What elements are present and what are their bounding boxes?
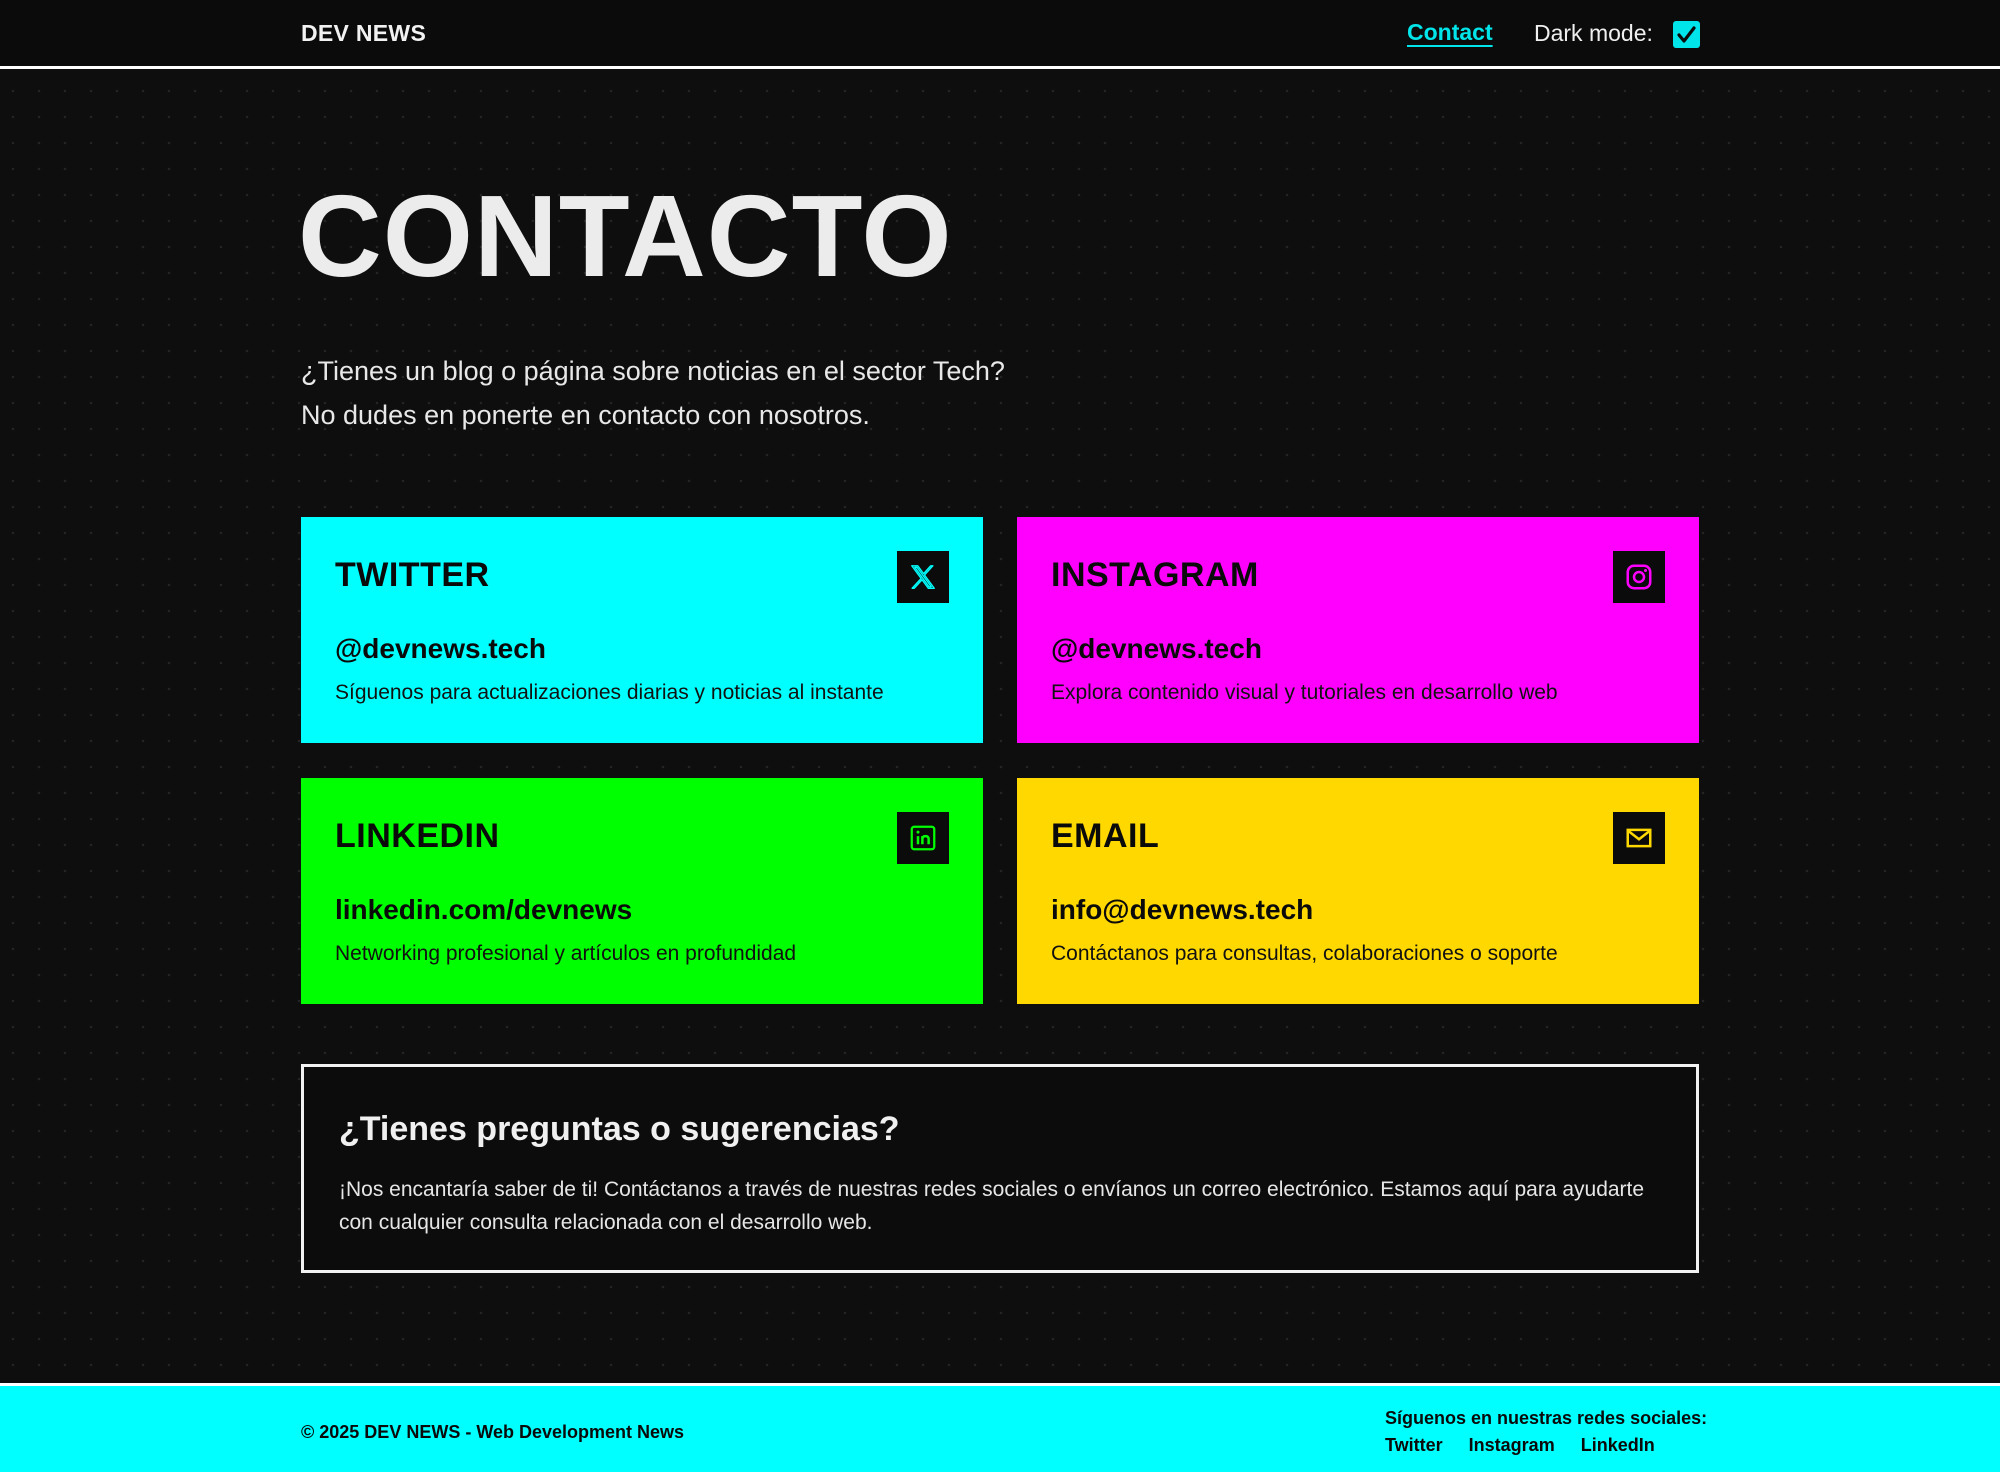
instagram-icon[interactable] xyxy=(1613,551,1665,603)
linkedin-icon[interactable] xyxy=(897,812,949,864)
x-twitter-icon[interactable] xyxy=(897,551,949,603)
card-title: EMAIL xyxy=(1051,817,1160,855)
footer-link-twitter[interactable]: Twitter xyxy=(1385,1435,1443,1456)
dark-mode-checkbox[interactable] xyxy=(1673,21,1700,48)
contact-card-instagram[interactable]: INSTAGRAM @devnews.tech Explora contenid… xyxy=(1017,517,1699,743)
card-title: TWITTER xyxy=(335,556,490,594)
mail-icon[interactable] xyxy=(1613,812,1665,864)
card-handle[interactable]: linkedin.com/devnews xyxy=(335,894,632,926)
intro-text: ¿Tienes un blog o página sobre noticias … xyxy=(301,349,1005,437)
site-brand[interactable]: DEV NEWS xyxy=(301,20,426,47)
card-description: Contáctanos para consultas, colaboracion… xyxy=(1051,942,1558,965)
contact-card-twitter[interactable]: TWITTER @devnews.tech Síguenos para actu… xyxy=(301,517,983,743)
card-description: Síguenos para actualizaciones diarias y … xyxy=(335,681,884,704)
top-navbar: DEV NEWS Contact Dark mode: xyxy=(0,0,2000,69)
card-description: Explora contenido visual y tutoriales en… xyxy=(1051,681,1558,704)
page-title: CONTACTO xyxy=(298,171,953,301)
footer-link-instagram[interactable]: Instagram xyxy=(1469,1435,1555,1456)
card-title: LINKEDIN xyxy=(335,817,500,855)
intro-line-2: No dudes en ponerte en contacto con noso… xyxy=(301,400,870,430)
questions-box: ¿Tienes preguntas o sugerencias? ¡Nos en… xyxy=(301,1064,1699,1273)
footer-copyright: © 2025 DEV NEWS - Web Development News xyxy=(301,1422,685,1442)
page: DEV NEWS Contact Dark mode: CONTACTO ¿Ti… xyxy=(0,0,2000,1472)
footer: © 2025 DEV NEWS - Web Development News S… xyxy=(0,1383,2000,1472)
contact-card-linkedin[interactable]: LINKEDIN linkedin.com/devnews Networking… xyxy=(301,778,983,1004)
card-handle[interactable]: info@devnews.tech xyxy=(1051,894,1313,926)
nav-link-contact[interactable]: Contact xyxy=(1407,19,1493,46)
card-description: Networking profesional y artículos en pr… xyxy=(335,942,797,965)
contact-card-email[interactable]: EMAIL info@devnews.tech Contáctanos para… xyxy=(1017,778,1699,1004)
footer-social-links: Twitter Instagram LinkedIn xyxy=(1385,1435,1655,1456)
card-handle[interactable]: @devnews.tech xyxy=(1051,633,1262,665)
checkmark-icon xyxy=(1677,26,1696,43)
card-handle[interactable]: @devnews.tech xyxy=(335,633,546,665)
footer-follow-label: Síguenos en nuestras redes sociales: xyxy=(1385,1408,1708,1428)
intro-line-1: ¿Tienes un blog o página sobre noticias … xyxy=(301,356,1005,386)
questions-title: ¿Tienes preguntas o sugerencias? xyxy=(339,1110,900,1148)
questions-text: ¡Nos encantaría saber de ti! Contáctanos… xyxy=(339,1178,1645,1234)
footer-link-linkedin[interactable]: LinkedIn xyxy=(1581,1435,1655,1456)
dark-mode-label: Dark mode: xyxy=(1534,20,1653,46)
card-title: INSTAGRAM xyxy=(1051,556,1259,594)
